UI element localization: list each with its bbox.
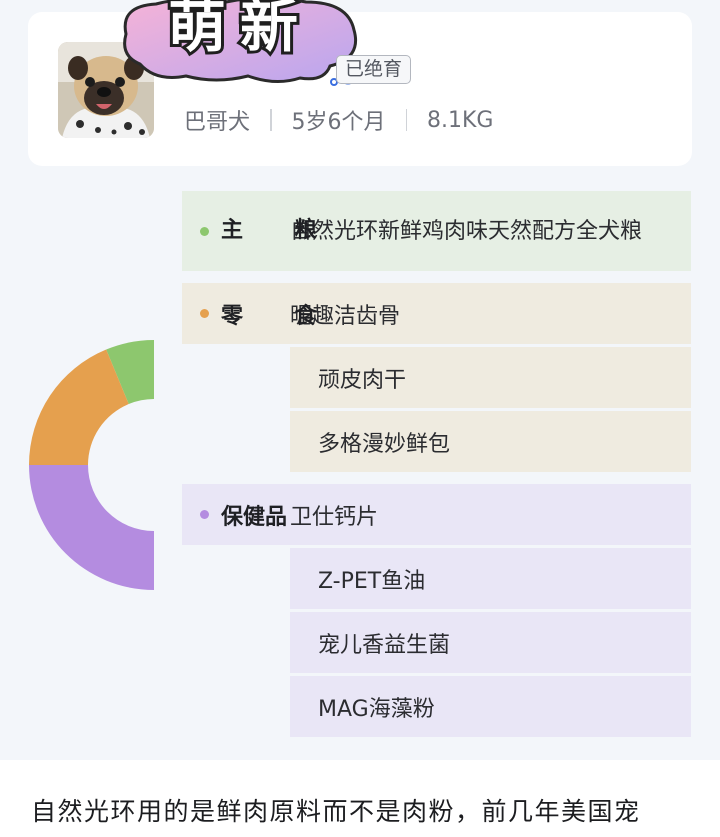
diet-row-supplement[interactable]: MAG海藻粉: [290, 676, 691, 737]
category-label-staple: 主 粮: [200, 191, 339, 271]
category-dot-icon: [200, 510, 209, 519]
diet-item: MAG海藻粉: [318, 696, 435, 722]
article-paragraph: 自然光环用的是鲜肉原料而不是肉粉，前几年美国宠: [31, 797, 641, 826]
diet-row-snack[interactable]: 多格漫妙鲜包: [290, 411, 691, 472]
category-label-supplement: 保健品: [200, 484, 287, 545]
category-label-snack: 零 食: [200, 283, 339, 344]
pet-profile-card[interactable]: 萌新 已绝育 巴哥犬 5岁6个月 8.1KG: [28, 0, 692, 166]
diet-item: 顽皮肉干: [318, 367, 407, 393]
diet-item: 多格漫妙鲜包: [318, 431, 451, 457]
diet-row-supplement[interactable]: Z-PET鱼油: [290, 548, 691, 609]
category-dot-icon: [200, 226, 209, 236]
diet-row-supplement[interactable]: 保健品 卫仕钙片: [182, 484, 691, 545]
donut-slice: [29, 465, 154, 590]
pet-meta: 巴哥犬 5岁6个月 8.1KG: [184, 104, 493, 136]
diet-item: 宠儿香益生菌: [318, 632, 451, 658]
diet-item: Z-PET鱼油: [318, 568, 426, 594]
diet-row-snack[interactable]: 顽皮肉干: [290, 347, 691, 408]
neutered-badge: 已绝育: [336, 55, 412, 84]
diet-donut-chart: [29, 340, 154, 590]
article-body: 自然光环用的是鲜肉原料而不是肉粉，前几年美国宠: [0, 760, 720, 837]
age-label: 5岁6个月: [291, 110, 386, 135]
diet-item: 卫仕钙片: [290, 504, 379, 530]
pet-name-sticker: 萌新: [123, 0, 357, 86]
category-dot-icon: [200, 309, 209, 318]
meta-divider: [270, 109, 272, 131]
diet-row-snack[interactable]: 零 食 昵趣洁齿骨: [182, 283, 691, 344]
diet-row-supplement[interactable]: 宠儿香益生菌: [290, 612, 691, 673]
meta-divider: [405, 109, 408, 131]
diet-row-staple-food[interactable]: 主 粮 自然光环新鲜鸡肉味天然配方全犬粮: [182, 191, 691, 271]
weight-label: 8.1KG: [427, 107, 494, 133]
pet-name: 萌新: [168, 0, 312, 60]
breed-label: 巴哥犬: [184, 110, 251, 135]
diet-item: 自然光环新鲜鸡肉味天然配方全犬粮: [290, 219, 643, 244]
